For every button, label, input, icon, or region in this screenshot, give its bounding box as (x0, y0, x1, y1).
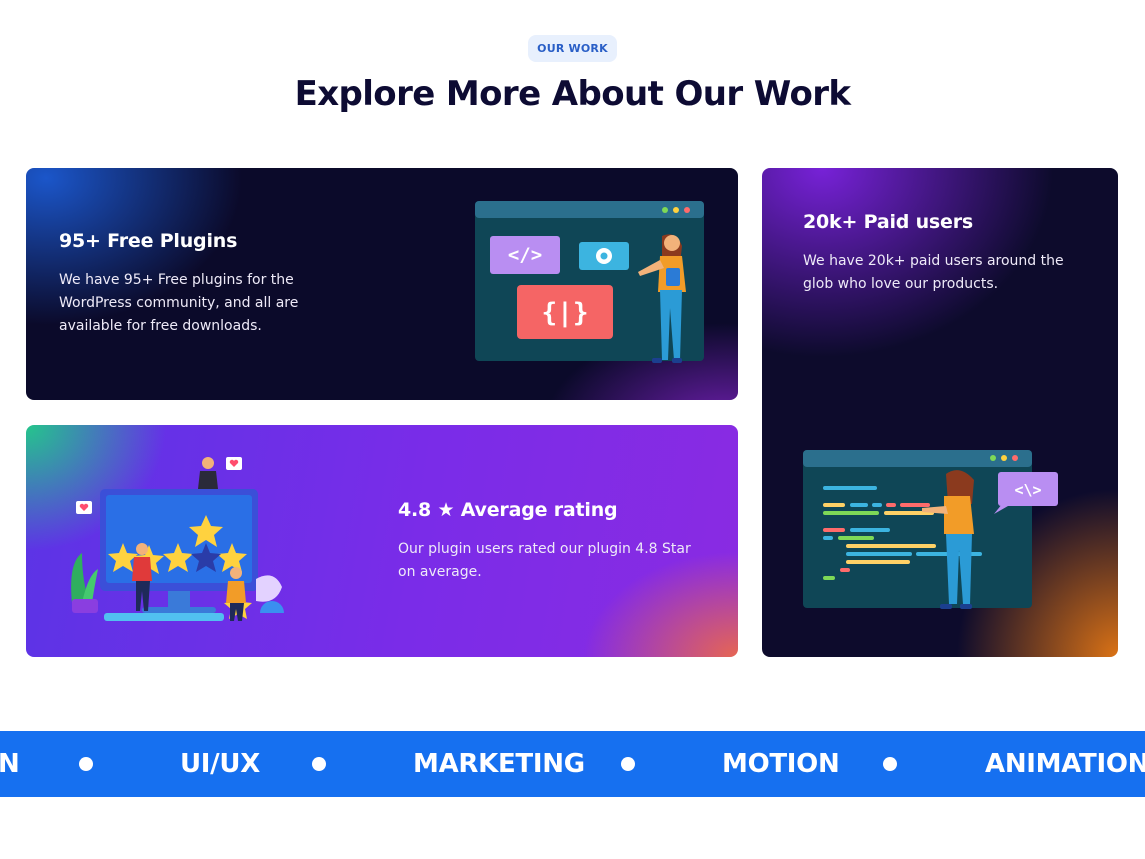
card-paid-users: 20k+ Paid users We have 20k+ paid users … (762, 168, 1118, 657)
ticker-item: UI/UX (180, 749, 260, 779)
section-title: Explore More About Our Work (294, 74, 851, 114)
code-tag-text: {|} (542, 298, 589, 328)
ticker-item: MARKETING (413, 749, 585, 779)
ticker-item: N (0, 749, 20, 779)
services-ticker: N UI/UX MARKETING MOTION ANIMATION (0, 731, 1145, 797)
code-window-illustration: </> {|} (475, 201, 704, 363)
ticker-item: MOTION (722, 749, 840, 779)
rating-stars-illustration (71, 457, 284, 621)
bubble-text: <\> (1014, 481, 1041, 499)
dot-icon (883, 757, 897, 771)
ticker-item: ANIMATION (985, 749, 1145, 779)
dot-icon (79, 757, 93, 771)
card-free-plugins: 95+ Free Plugins We have 95+ Free plugin… (26, 168, 738, 400)
section-badge: OUR WORK (528, 35, 617, 62)
card-title: 4.8 ★ Average rating (398, 499, 618, 521)
dot-icon (312, 757, 326, 771)
dot-icon (621, 757, 635, 771)
code-editor-illustration: <\> (803, 450, 1058, 609)
card-title: 20k+ Paid users (803, 211, 973, 233)
card-title: 95+ Free Plugins (59, 230, 238, 252)
card-text: We have 95+ Free plugins for the WordPre… (59, 272, 299, 334)
card-text: We have 20k+ paid users around the glob … (803, 253, 1064, 292)
card-text: Our plugin users rated our plugin 4.8 St… (398, 541, 691, 580)
code-tag-text: </> (508, 244, 542, 266)
card-average-rating: 4.8 ★ Average rating Our plugin users ra… (26, 425, 738, 657)
